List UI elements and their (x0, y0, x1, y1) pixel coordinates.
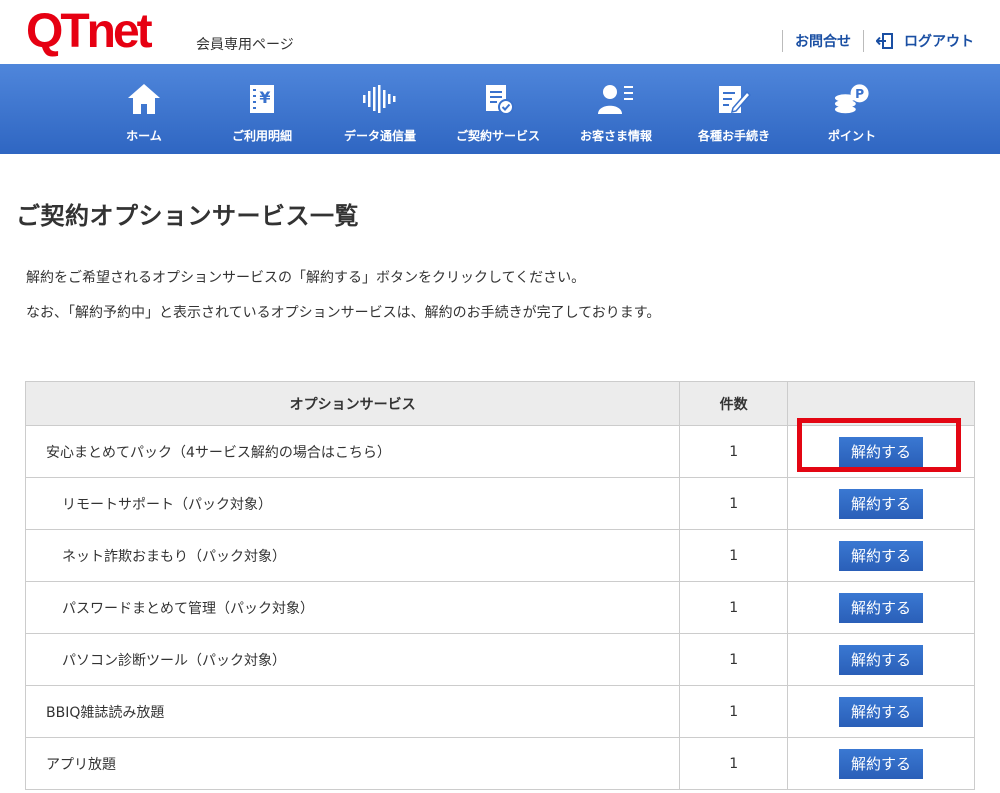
main-nav: ホーム ¥ ご利用明細 データ通信量 ご契約サービス お客さま情報 各種お手続き… (0, 64, 1000, 154)
cancel-button-remote-support[interactable]: 解約する (839, 488, 924, 519)
logout-label: ログアウト (904, 34, 974, 50)
home-icon (126, 81, 162, 117)
nav-label: 各種お手続き (697, 129, 770, 143)
service-count: 1 (679, 633, 789, 686)
nav-label: ご利用明細 (231, 129, 292, 143)
logo-q: Q (26, 5, 63, 58)
header-divider (863, 30, 864, 52)
table-row: パスワードまとめて管理（パック対象） 1 解約する (24, 581, 975, 634)
nav-item-home[interactable]: ホーム (85, 64, 203, 154)
svg-text:¥: ¥ (259, 88, 270, 107)
logout-link[interactable]: ログアウト (875, 31, 974, 51)
notice-text: なお、「解約予約中」と表示されているオプションサービスは、解約のお手続きが完了し… (26, 305, 661, 321)
nav-item-contract[interactable]: ご契約サービス (439, 64, 557, 154)
service-count: 1 (679, 477, 789, 530)
svg-text:P: P (855, 87, 864, 101)
contract-icon (480, 81, 516, 117)
cancel-button-app-hodai[interactable]: 解約する (839, 748, 924, 779)
nav-label: データ通信量 (343, 129, 416, 143)
procedure-icon (716, 81, 752, 117)
service-name: BBIQ雑誌読み放題 (24, 685, 681, 738)
service-name: パソコン診断ツール（パック対象） (24, 633, 681, 686)
member-page-label: 会員専用ページ (196, 37, 294, 53)
column-header-service: オプションサービス (24, 381, 681, 426)
contact-link[interactable]: お問合せ (795, 31, 851, 51)
service-name: アプリ放題 (24, 737, 681, 790)
site-header: QTnet 会員専用ページ お問合せ ログアウト (0, 0, 1000, 64)
service-name: ネット詐欺おまもり（パック対象） (24, 529, 681, 582)
cancel-button-password-manager[interactable]: 解約する (839, 592, 924, 623)
column-header-action (787, 381, 975, 426)
logo-text: Tnet (60, 5, 152, 58)
page-title: ご契約オプションサービス一覧 (16, 202, 359, 230)
service-count: 1 (679, 581, 789, 634)
nav-label: ご契約サービス (455, 129, 540, 143)
nav-item-user-info[interactable]: お客さま情報 (557, 64, 675, 154)
table-row: アプリ放題 1 解約する (24, 737, 975, 790)
nav-label: ポイント (827, 129, 876, 143)
nav-item-billing[interactable]: ¥ ご利用明細 (203, 64, 321, 154)
service-count: 1 (679, 529, 789, 582)
service-count: 1 (679, 737, 789, 790)
table-header-row: オプションサービス 件数 (24, 381, 975, 426)
instruction-text: 解約をご希望されるオプションサービスの「解約する」ボタンをクリックしてください。 (26, 270, 586, 286)
cancel-button-anshin-pack[interactable]: 解約する (839, 436, 924, 467)
qtnet-logo[interactable]: QTnet (26, 5, 153, 58)
logout-icon (875, 32, 894, 50)
cancel-button-net-fraud[interactable]: 解約する (839, 540, 924, 571)
data-usage-icon (362, 81, 398, 117)
option-services-table: オプションサービス 件数 安心まとめてパック（4サービス解約の場合はこちら） 1… (24, 381, 975, 790)
table-row: パソコン診断ツール（パック対象） 1 解約する (24, 633, 975, 686)
nav-item-data-usage[interactable]: データ通信量 (321, 64, 439, 154)
table-row: リモートサポート（パック対象） 1 解約する (24, 477, 975, 530)
billing-icon: ¥ (244, 81, 280, 117)
table-row: 安心まとめてパック（4サービス解約の場合はこちら） 1 解約する (24, 425, 975, 478)
service-count: 1 (679, 685, 789, 738)
service-name: パスワードまとめて管理（パック対象） (24, 581, 681, 634)
cancel-button-bbiq-magazine[interactable]: 解約する (839, 696, 924, 727)
service-name: リモートサポート（パック対象） (24, 477, 681, 530)
points-icon: P (834, 81, 870, 117)
header-links: お問合せ ログアウト (770, 30, 974, 52)
table-row: BBIQ雑誌読み放題 1 解約する (24, 685, 975, 738)
cancel-button-pc-diagnosis[interactable]: 解約する (839, 644, 924, 675)
table-row: ネット詐欺おまもり（パック対象） 1 解約する (24, 529, 975, 582)
nav-label: ホーム (126, 129, 162, 143)
nav-label: お客さま情報 (579, 129, 652, 143)
service-name: 安心まとめてパック（4サービス解約の場合はこちら） (24, 425, 681, 478)
column-header-count: 件数 (679, 381, 789, 426)
user-info-icon (598, 81, 634, 117)
header-divider (782, 30, 783, 52)
nav-item-procedure[interactable]: 各種お手続き (675, 64, 793, 154)
service-count: 1 (679, 425, 789, 478)
nav-item-points[interactable]: P ポイント (793, 64, 911, 154)
